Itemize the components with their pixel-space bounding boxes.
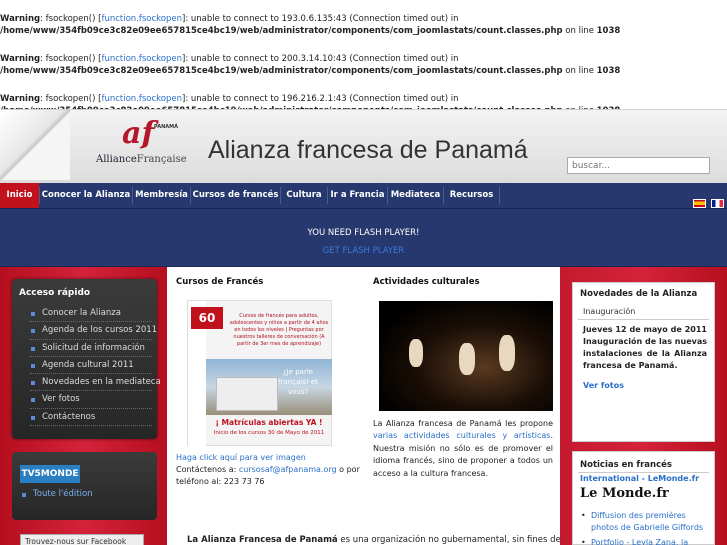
noticias-box: Noticias en francés International - LeMo… xyxy=(572,451,715,545)
warning-text: : fsockopen() [ xyxy=(40,14,102,24)
warning-label: Warning xyxy=(0,54,41,64)
get-flash-link[interactable]: GET FLASH PLAYER xyxy=(0,246,727,256)
php-warnings: Warning: fsockopen() [function.fsockopen… xyxy=(0,0,727,116)
warning-text: ]: unable to connect to 193.0.6.135:43 (… xyxy=(182,14,459,24)
spanish-flag-icon[interactable] xyxy=(693,199,706,208)
divider xyxy=(578,319,709,320)
logo-francaise: Française xyxy=(136,154,187,165)
warning-message: Warning: fsockopen() [function.fsockopen… xyxy=(0,53,727,77)
nav-item-ir-a-francia[interactable]: Ir a Francia xyxy=(328,183,387,208)
warning-label: Warning xyxy=(0,14,41,24)
warning-text: on line xyxy=(562,66,597,76)
quick-link-agenda-cursos[interactable]: Agenda de los cursos 2011 xyxy=(30,322,157,340)
alianza-rest: es una organización no gubernamental, si… xyxy=(337,535,561,545)
nav-item-mediateca[interactable]: Mediateca xyxy=(388,183,443,208)
warning-text: : fsockopen() [ xyxy=(40,54,102,64)
warning-path: /home/www/354fb09ce3c82e09ee657815ce4bc1… xyxy=(0,66,563,76)
page-curl-decoration xyxy=(0,110,70,180)
noticias-list: Diffusion des premières photos de Gabrie… xyxy=(581,510,713,545)
warning-text: ]: unable to connect to 196.216.2.1:43 (… xyxy=(182,94,459,104)
musician-figure xyxy=(459,343,475,375)
novedades-box: Novedades de la Alianza Inauguración Jue… xyxy=(572,282,715,442)
ver-fotos-link[interactable]: Ver fotos xyxy=(583,381,624,390)
quick-access-title: Acceso rápido xyxy=(19,288,91,298)
poster-text: Cursos de francés para adultos, adolesce… xyxy=(229,313,329,347)
noticia-item[interactable]: Diffusion des premières photos de Gabrie… xyxy=(581,510,713,534)
building-shape xyxy=(216,377,278,411)
logo-name: AllianceFrançaise xyxy=(96,154,187,165)
cursos-info: Haga click aquí para ver imagen Contácte… xyxy=(176,452,366,488)
actividades-title: Actividades culturales xyxy=(373,277,480,287)
nav-item-inicio[interactable]: Inicio xyxy=(0,183,39,208)
poster-inicio: Inicio de los cursos 30 de Mayo de 2011 xyxy=(213,430,325,436)
nav-item-recursos[interactable]: Recursos xyxy=(444,183,499,208)
warning-label: Warning xyxy=(0,94,41,104)
contact-prefix: Contáctenos a: xyxy=(176,465,239,474)
lemonde-source-link[interactable]: International - LeMonde.fr xyxy=(580,474,699,483)
nav-item-conocer[interactable]: Conocer la Alianza xyxy=(40,183,132,208)
poster-quote: ¿Je parle français! et vous? xyxy=(278,368,318,396)
warning-function-link[interactable]: function.fsockopen xyxy=(101,94,182,104)
site-title: Alianza francesa de Panamá xyxy=(208,136,528,164)
actividades-text: La Alianza francesa de Panamá les propon… xyxy=(373,418,553,480)
flash-message: YOU NEED FLASH PLAYER! xyxy=(307,228,420,238)
search-input[interactable] xyxy=(567,157,710,174)
lemonde-logo[interactable]: Le Monde.fr xyxy=(580,486,669,501)
alianza-intro: La Alianza Francesa de Panamá es una org… xyxy=(187,535,561,545)
logo-alliance: Alliance xyxy=(96,154,137,165)
warning-path: /home/www/354fb09ce3c82e09ee657815ce4bc1… xyxy=(0,26,563,36)
cursos-title: Cursos de Francés xyxy=(176,277,264,287)
poster-matriculas: ¡ Matrículas abiertas YA ! xyxy=(215,418,323,427)
warning-line: 1038 xyxy=(596,26,621,36)
facebook-button[interactable]: Trouvez-nous sur Facebook xyxy=(20,534,144,545)
noticias-title: Noticias en francés xyxy=(580,460,672,470)
cursos-email-link[interactable]: cursosaf@afpanama.org xyxy=(239,465,337,474)
quick-link-solicitud[interactable]: Solicitud de información xyxy=(30,340,152,357)
logo-af: af xyxy=(122,116,155,151)
warning-function-link[interactable]: function.fsockopen xyxy=(101,54,182,64)
musician-figure xyxy=(499,335,515,371)
main-nav: Inicio Conocer la Alianza Membresía Curs… xyxy=(0,183,727,209)
musician-figure xyxy=(409,339,423,367)
actividades-text-a: La Alianza francesa de Panamá les propon… xyxy=(373,419,553,428)
concert-photo[interactable] xyxy=(379,301,553,411)
divider xyxy=(578,472,709,473)
novedades-subtitle: Inauguración xyxy=(583,307,636,316)
tv5monde-logo[interactable]: TV5MONDE xyxy=(20,465,80,483)
poster-building-photo: ¿Je parle français! et vous? xyxy=(206,359,332,415)
french-flag-icon[interactable] xyxy=(711,199,724,208)
cursos-poster-image[interactable]: 60 Cursos de francés para adultos, adole… xyxy=(187,300,332,447)
nav-item-cursos[interactable]: Cursos de francés xyxy=(191,183,280,208)
ver-imagen-link[interactable]: Haga click aquí para ver imagen xyxy=(176,453,306,462)
novedades-title: Novedades de la Alianza xyxy=(580,289,698,299)
warning-message: Warning: fsockopen() [function.fsockopen… xyxy=(0,13,727,37)
alliance-francaise-logo[interactable]: af PANAMÁ AllianceFrançaise xyxy=(96,116,188,176)
noticia-item[interactable]: Portfolio - Leyla Zana, la xyxy=(581,537,713,545)
quick-link-ver-fotos[interactable]: Ver fotos xyxy=(30,391,152,409)
actividades-link[interactable]: varias actividades culturales y artístic… xyxy=(373,431,550,440)
quick-link-novedades-mediateca[interactable]: Novedades en la mediateca xyxy=(30,374,161,392)
warning-function-link[interactable]: function.fsockopen xyxy=(101,14,182,24)
quick-link-conocer[interactable]: Conocer la Alianza xyxy=(30,305,152,323)
nav-item-membresia[interactable]: Membresía xyxy=(133,183,190,208)
quick-link-agenda-cultural[interactable]: Agenda cultural 2011 xyxy=(30,357,152,375)
nav-separator xyxy=(499,187,500,204)
quick-access-list: Conocer la Alianza Agenda de los cursos … xyxy=(30,305,161,427)
warning-text: ]: unable to connect to 200.3.14.10:43 (… xyxy=(182,54,459,64)
quick-access-box: Acceso rápido Conocer la Alianza Agenda … xyxy=(12,279,161,439)
warning-line: 1038 xyxy=(596,66,621,76)
warning-text: : fsockopen() [ xyxy=(40,94,102,104)
novedades-body: Jueves 12 de mayo de 2011 Inauguración d… xyxy=(583,325,707,370)
logo-panama: PANAMÁ xyxy=(154,124,178,130)
tv5-toute-edition-link[interactable]: Toute l'édition xyxy=(22,489,93,499)
tv5monde-box: TV5MONDE Toute l'édition xyxy=(12,452,157,520)
nav-item-cultura[interactable]: Cultura xyxy=(281,183,327,208)
poster-60-badge: 60 xyxy=(191,307,223,329)
warning-text: on line xyxy=(562,26,597,36)
flash-banner: YOU NEED FLASH PLAYER! GET FLASH PLAYER xyxy=(0,222,727,267)
alianza-bold: La Alianza Francesa de Panamá xyxy=(187,535,338,545)
nav-lower-band xyxy=(0,209,727,222)
quick-link-contactenos[interactable]: Contáctenos xyxy=(30,409,152,427)
